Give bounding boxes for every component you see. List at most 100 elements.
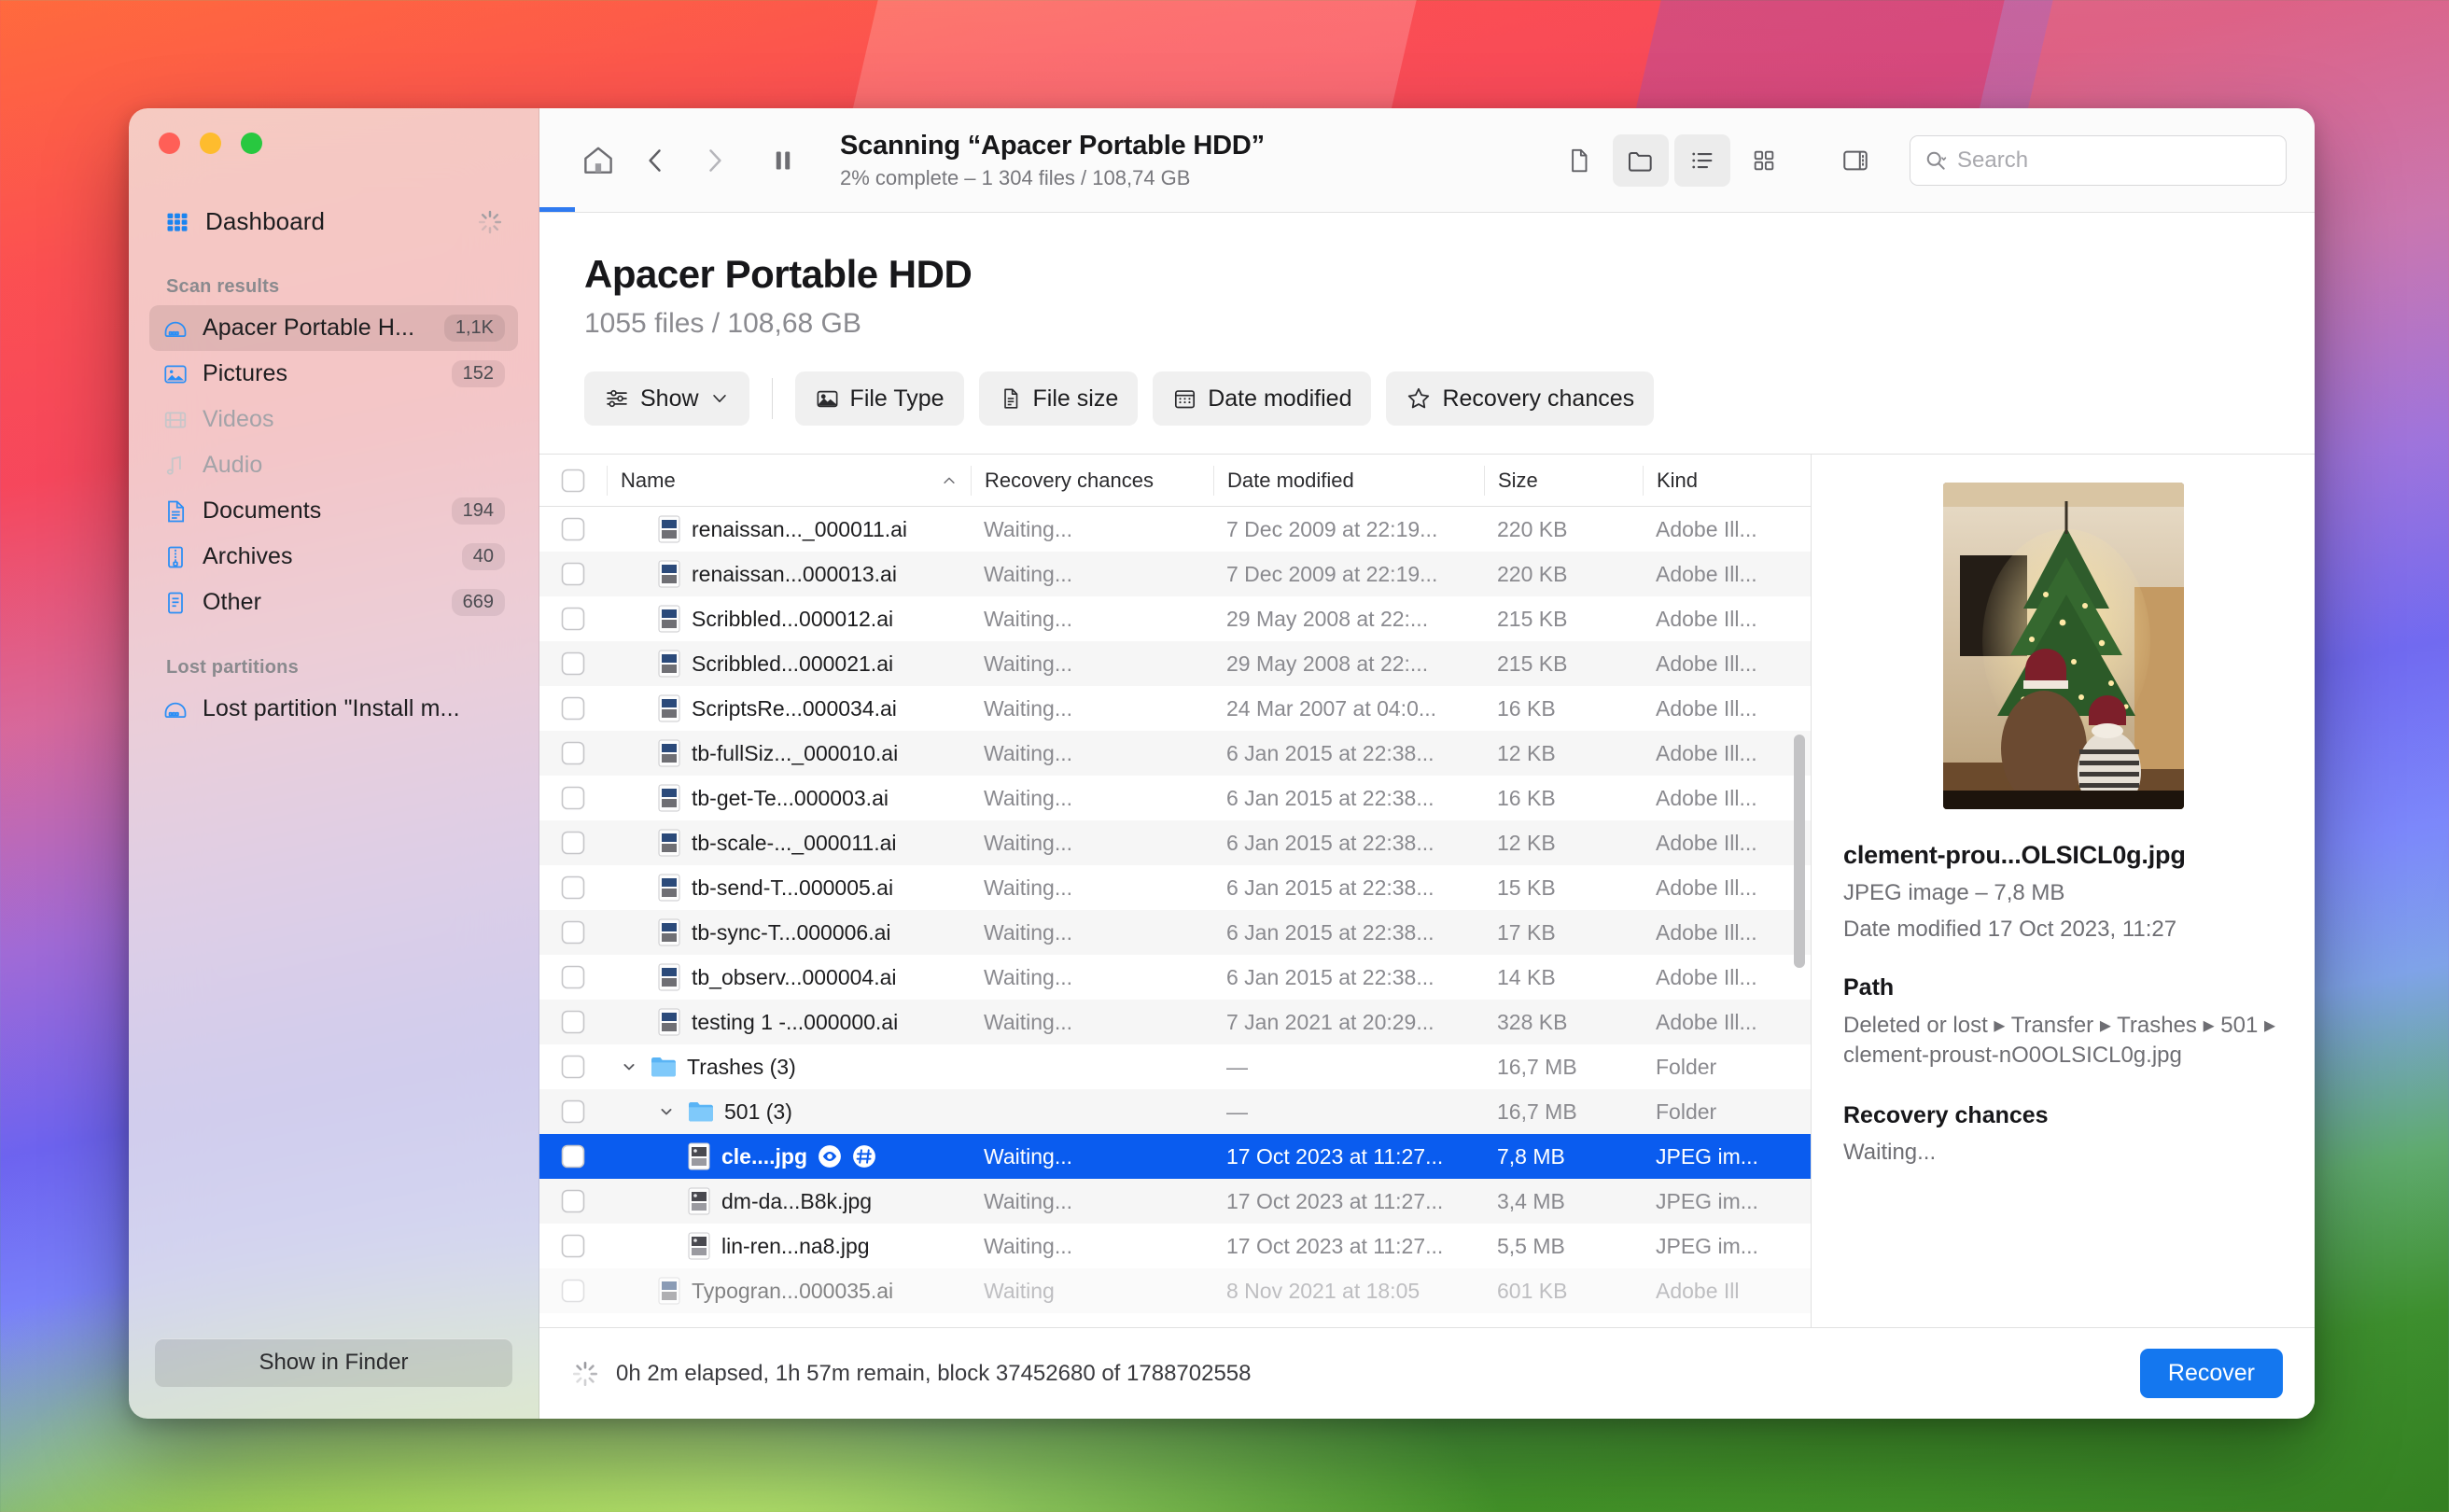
sidebar-item-documents[interactable]: Documents 194 xyxy=(149,488,518,534)
row-checkbox[interactable] xyxy=(539,696,607,721)
sidebar-item-audio[interactable]: Audio xyxy=(149,442,518,488)
table-row[interactable]: cle....jpg Waiting... 17 Oct 2023 at 11:27… xyxy=(539,1134,1811,1179)
sidebar-item-videos[interactable]: Videos xyxy=(149,397,518,442)
row-checkbox[interactable] xyxy=(539,562,607,586)
sidebar-item-archives[interactable]: Archives 40 xyxy=(149,534,518,580)
row-name-cell: tb_observ...000004.ai xyxy=(607,963,971,991)
row-checkbox[interactable] xyxy=(539,786,607,810)
table-row[interactable]: tb-get-Te...000003.ai Waiting... 6 Jan 201… xyxy=(539,776,1811,820)
sidebar-toggle-button[interactable] xyxy=(1827,134,1883,187)
row-checkbox[interactable] xyxy=(539,1010,607,1034)
disclosure-triangle-icon[interactable] xyxy=(657,1102,678,1121)
date-modified-filter-button[interactable]: Date modified xyxy=(1153,371,1372,426)
table-row[interactable]: renaissan..._000011.ai Waiting... 7 Dec 20… xyxy=(539,507,1811,552)
show-filter-button[interactable]: Show xyxy=(584,371,749,426)
column-header-name[interactable]: Name xyxy=(607,465,971,496)
row-checkbox[interactable] xyxy=(539,651,607,676)
select-all-checkbox[interactable] xyxy=(539,469,607,493)
table-row[interactable]: Scribbled...000012.ai Waiting... 29 May 20… xyxy=(539,596,1811,641)
ai-file-icon xyxy=(657,694,681,722)
row-checkbox[interactable] xyxy=(539,1189,607,1213)
column-header-size[interactable]: Size xyxy=(1484,465,1643,496)
minimize-button[interactable] xyxy=(200,133,221,154)
table-row[interactable]: tb-scale-..._000011.ai Waiting... 6 Jan 20… xyxy=(539,820,1811,865)
table-row[interactable]: 501 (3) — 16,7 MB Folder xyxy=(539,1089,1811,1134)
row-checkbox[interactable] xyxy=(539,1279,607,1303)
table-scrollbar[interactable] xyxy=(1794,735,1805,968)
row-checkbox[interactable] xyxy=(539,1234,607,1258)
search-input[interactable]: Search xyxy=(1957,147,2028,174)
table-row[interactable]: Scribbled...000021.ai Waiting... 29 May 20… xyxy=(539,641,1811,686)
column-header-date-modified[interactable]: Date modified xyxy=(1213,465,1484,496)
ai-file-icon xyxy=(657,1277,681,1305)
table-row[interactable]: tb-send-T...000005.ai Waiting... 6 Jan 201… xyxy=(539,865,1811,910)
row-checkbox[interactable] xyxy=(539,1099,607,1124)
sidebar-item-label: Pictures xyxy=(203,360,288,386)
file-icon xyxy=(999,386,1023,411)
search-box[interactable]: Search xyxy=(1910,134,2287,186)
sort-ascending-icon xyxy=(941,472,958,489)
sidebar-item-label: Apacer Portable H... xyxy=(203,315,415,341)
row-checkbox[interactable] xyxy=(539,1144,607,1169)
back-button[interactable] xyxy=(627,132,685,189)
row-checkbox[interactable] xyxy=(539,741,607,765)
pause-icon xyxy=(769,147,797,175)
page-title: Apacer Portable HDD xyxy=(584,252,973,296)
row-name-cell: renaissan..._000011.ai xyxy=(607,515,971,543)
ai-file-icon xyxy=(657,963,681,991)
row-kind: JPEG im... xyxy=(1656,1188,1758,1213)
row-date-modified: 6 Jan 2015 at 22:38... xyxy=(1226,919,1434,945)
pause-scan-button[interactable] xyxy=(754,132,812,189)
table-row[interactable]: tb-fullSiz..._000010.ai Waiting... 6 Jan 2… xyxy=(539,731,1811,776)
home-button[interactable] xyxy=(569,132,627,189)
forward-button[interactable] xyxy=(685,132,743,189)
sidebar-item-apacer-portable-hdd[interactable]: Apacer Portable H... 1,1K xyxy=(149,305,518,351)
table-row[interactable]: testing 1 -...000000.ai Waiting... 7 Jan 2… xyxy=(539,1000,1811,1044)
close-button[interactable] xyxy=(159,133,180,154)
sidebar-item-dashboard[interactable]: Dashboard xyxy=(151,199,516,245)
table-row[interactable]: renaissan...000013.ai Waiting... 7 Dec 200… xyxy=(539,552,1811,596)
row-checkbox[interactable] xyxy=(539,1055,607,1079)
row-checkbox[interactable] xyxy=(539,607,607,631)
table-row[interactable]: tb_observ...000004.ai Waiting... 6 Jan 201… xyxy=(539,955,1811,1000)
hash-icon[interactable] xyxy=(852,1144,876,1169)
sidebar-item-pictures[interactable]: Pictures 152 xyxy=(149,351,518,397)
column-header-recovery-chances[interactable]: Recovery chances xyxy=(971,465,1213,496)
row-date-modified: 7 Jan 2021 at 20:29... xyxy=(1226,1009,1434,1034)
sidebar-item-badge: 194 xyxy=(451,497,505,525)
grid-view-button[interactable] xyxy=(1736,134,1792,187)
table-row[interactable]: tb-sync-T...000006.ai Waiting... 6 Jan 201… xyxy=(539,910,1811,955)
sidebar-item-badge: 1,1K xyxy=(443,315,505,342)
table-row[interactable]: dm-da...B8k.jpg Waiting... 17 Oct 2023 at … xyxy=(539,1179,1811,1224)
hard-drive-icon xyxy=(162,315,189,342)
spinner-icon xyxy=(477,209,503,235)
table-row[interactable]: Typogran...000035.ai Waiting 8 Nov 2021 at… xyxy=(539,1268,1811,1313)
recovery-chances-filter-button[interactable]: Recovery chances xyxy=(1386,371,1655,426)
file-view-button[interactable] xyxy=(1551,134,1607,187)
hard-drive-icon xyxy=(162,696,189,722)
table-row[interactable]: lin-ren...na8.jpg Waiting... 17 Oct 2023 a… xyxy=(539,1224,1811,1268)
show-in-finder-button[interactable]: Show in Finder xyxy=(155,1338,512,1387)
table-row[interactable]: Trashes (3) — 16,7 MB Folder xyxy=(539,1044,1811,1089)
sidebar-item-label: Dashboard xyxy=(205,207,326,235)
table-row[interactable]: ScriptsRe...000034.ai Waiting... 24 Mar 20… xyxy=(539,686,1811,731)
row-size: 14 KB xyxy=(1497,964,1556,989)
column-header-kind[interactable]: Kind xyxy=(1643,465,1811,496)
file-size-filter-button[interactable]: File size xyxy=(978,371,1139,426)
row-size: 16,7 MB xyxy=(1497,1054,1577,1079)
disclosure-triangle-icon[interactable] xyxy=(620,1057,640,1076)
row-checkbox[interactable] xyxy=(539,875,607,900)
list-view-button[interactable] xyxy=(1674,133,1730,187)
folder-view-button[interactable] xyxy=(1613,133,1669,187)
sidebar-item-other[interactable]: Other 669 xyxy=(149,580,518,625)
eye-icon[interactable] xyxy=(818,1144,842,1169)
row-checkbox[interactable] xyxy=(539,965,607,989)
row-checkbox[interactable] xyxy=(539,920,607,945)
row-recovery-chances: Waiting... xyxy=(984,516,1073,541)
file-type-filter-button[interactable]: File Type xyxy=(794,371,964,426)
row-checkbox[interactable] xyxy=(539,517,607,541)
zoom-button[interactable] xyxy=(241,133,262,154)
recover-button[interactable]: Recover xyxy=(2139,1349,2283,1398)
sidebar-item-lost-partition[interactable]: Lost partition "Install m... xyxy=(149,686,518,732)
row-checkbox[interactable] xyxy=(539,831,607,855)
